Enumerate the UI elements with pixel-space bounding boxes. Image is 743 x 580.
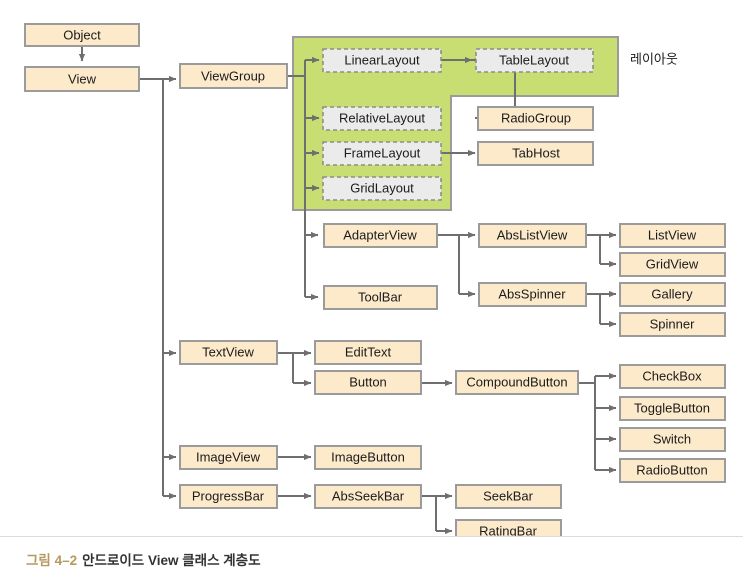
node-absspinner-label: AbsSpinner <box>498 286 566 301</box>
connector-textview-junction <box>277 352 294 383</box>
connector-abslistview-junction <box>586 234 601 264</box>
node-edittext-label: EditText <box>345 344 392 359</box>
node-tabhost[interactable]: TabHost <box>477 141 594 166</box>
node-gridview-label: GridView <box>646 256 699 271</box>
figure-root: Object View ViewGroup LinearLayout Table… <box>0 0 743 580</box>
node-checkbox-label: CheckBox <box>642 368 702 383</box>
node-framelayout-label: FrameLayout <box>344 145 421 160</box>
node-toolbar[interactable]: ToolBar <box>323 285 438 310</box>
node-radiogroup-label: RadioGroup <box>501 110 571 125</box>
layout-group-annotation: 레이아웃 <box>630 51 678 66</box>
node-adapterview[interactable]: AdapterView <box>323 223 438 248</box>
node-seekbar[interactable]: SeekBar <box>455 484 562 509</box>
node-view-label: View <box>68 71 97 86</box>
figure-caption-number: 그림 4–2 <box>26 552 78 568</box>
node-spinner[interactable]: Spinner <box>619 312 726 337</box>
figure-caption-title: 안드로이드 View 클래스 계층도 <box>82 552 261 568</box>
node-spinner-label: Spinner <box>650 316 695 331</box>
node-listview[interactable]: ListView <box>619 223 726 248</box>
node-textview[interactable]: TextView <box>179 340 278 365</box>
node-textview-label: TextView <box>202 344 254 359</box>
node-progressbar-label: ProgressBar <box>192 488 265 503</box>
node-absseekbar[interactable]: AbsSeekBar <box>314 484 422 509</box>
connector-absseekbar-junction <box>421 495 437 531</box>
node-object-label: Object <box>63 27 101 42</box>
node-seekbar-label: SeekBar <box>483 488 534 503</box>
node-linearlayout-label: LinearLayout <box>344 52 420 67</box>
node-togglebutton[interactable]: ToggleButton <box>619 396 726 421</box>
node-framelayout[interactable]: FrameLayout <box>322 141 442 166</box>
node-relativelayout[interactable]: RelativeLayout <box>322 106 442 131</box>
node-imagebutton[interactable]: ImageButton <box>314 445 422 470</box>
node-imagebutton-label: ImageButton <box>331 449 405 464</box>
node-tablelayout-label: TableLayout <box>499 52 569 67</box>
node-viewgroup[interactable]: ViewGroup <box>179 63 288 89</box>
node-imageview[interactable]: ImageView <box>179 445 278 470</box>
node-togglebutton-label: ToggleButton <box>634 400 710 415</box>
node-viewgroup-label: ViewGroup <box>201 68 265 83</box>
node-absspinner[interactable]: AbsSpinner <box>478 282 587 307</box>
node-object[interactable]: Object <box>24 23 140 47</box>
connector-absspinner-junction <box>586 293 601 324</box>
node-absseekbar-label: AbsSeekBar <box>332 488 405 503</box>
node-compoundbutton[interactable]: CompoundButton <box>455 370 579 395</box>
figure-caption: 그림 4–2 안드로이드 View 클래스 계층도 <box>0 536 743 580</box>
node-switch-label: Switch <box>653 431 691 446</box>
node-tablelayout[interactable]: TableLayout <box>475 48 594 73</box>
node-gallery[interactable]: Gallery <box>619 282 726 307</box>
node-progressbar[interactable]: ProgressBar <box>179 484 278 509</box>
node-button[interactable]: Button <box>314 370 422 395</box>
node-gridview[interactable]: GridView <box>619 252 726 277</box>
connector-compoundbutton-junction <box>578 382 596 470</box>
node-edittext[interactable]: EditText <box>314 340 422 365</box>
class-hierarchy-diagram: Object View ViewGroup LinearLayout Table… <box>24 23 726 544</box>
node-adapterview-label: AdapterView <box>343 227 417 242</box>
node-gridlayout-label: GridLayout <box>350 180 414 195</box>
node-relativelayout-label: RelativeLayout <box>339 110 425 125</box>
node-radiobutton-label: RadioButton <box>636 462 708 477</box>
connector-view-trunk <box>140 78 164 496</box>
node-imageview-label: ImageView <box>196 449 261 464</box>
node-compoundbutton-label: CompoundButton <box>466 374 567 389</box>
node-radiobutton[interactable]: RadioButton <box>619 458 726 483</box>
connector-adapterview-junction <box>437 234 460 294</box>
node-linearlayout[interactable]: LinearLayout <box>322 48 442 73</box>
node-view[interactable]: View <box>24 66 140 92</box>
node-switch[interactable]: Switch <box>619 427 726 452</box>
node-button-label: Button <box>349 374 387 389</box>
node-listview-label: ListView <box>648 227 697 242</box>
node-radiogroup[interactable]: RadioGroup <box>477 106 594 131</box>
node-tabhost-label: TabHost <box>512 145 560 160</box>
node-gridlayout[interactable]: GridLayout <box>322 176 442 201</box>
node-checkbox[interactable]: CheckBox <box>619 364 726 389</box>
node-abslistview-label: AbsListView <box>497 227 568 242</box>
node-gallery-label: Gallery <box>651 286 693 301</box>
node-abslistview[interactable]: AbsListView <box>478 223 587 248</box>
node-toolbar-label: ToolBar <box>358 289 403 304</box>
